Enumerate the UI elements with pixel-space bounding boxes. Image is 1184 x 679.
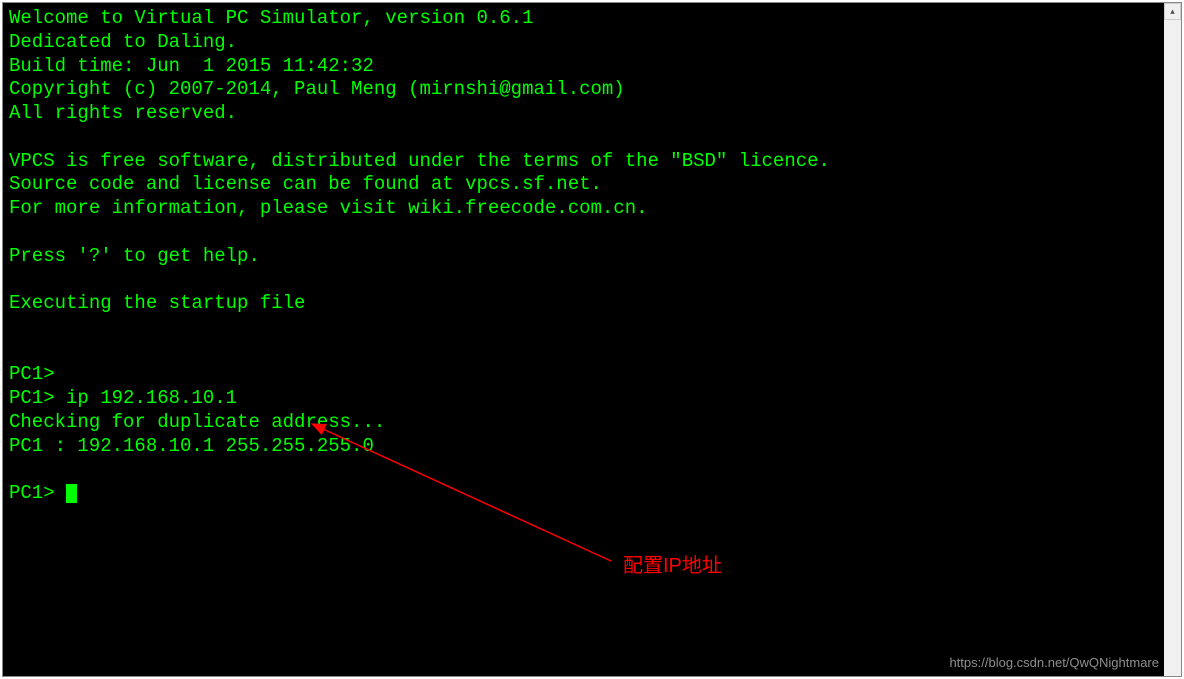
terminal-line: PC1> ip 192.168.10.1: [9, 387, 237, 409]
terminal-line: Dedicated to Daling.: [9, 31, 237, 53]
chevron-up-icon: ▴: [1170, 6, 1175, 17]
terminal-line: PC1 : 192.168.10.1 255.255.255.0: [9, 435, 374, 457]
terminal-line: VPCS is free software, distributed under…: [9, 150, 830, 172]
annotation-label: 配置IP地址: [623, 549, 722, 578]
terminal-line: Source code and license can be found at …: [9, 173, 602, 195]
terminal-line: Welcome to Virtual PC Simulator, version…: [9, 7, 534, 29]
terminal-line: All rights reserved.: [9, 102, 237, 124]
terminal-line: Copyright (c) 2007-2014, Paul Meng (mirn…: [9, 78, 625, 100]
terminal-output[interactable]: Welcome to Virtual PC Simulator, version…: [3, 3, 1181, 510]
terminal-window: Welcome to Virtual PC Simulator, version…: [2, 2, 1182, 677]
terminal-line: For more information, please visit wiki.…: [9, 197, 648, 219]
scroll-up-button[interactable]: ▴: [1164, 3, 1181, 20]
terminal-line: Executing the startup file: [9, 292, 305, 314]
cursor-icon: [66, 484, 77, 503]
terminal-line: Checking for duplicate address...: [9, 411, 385, 433]
watermark-text: https://blog.csdn.net/QwQNightmare: [949, 655, 1159, 670]
vertical-scrollbar[interactable]: ▴: [1164, 3, 1181, 676]
terminal-line: Build time: Jun 1 2015 11:42:32: [9, 55, 374, 77]
terminal-prompt: PC1>: [9, 482, 66, 504]
terminal-line: Press '?' to get help.: [9, 245, 260, 267]
terminal-line: PC1>: [9, 363, 55, 385]
